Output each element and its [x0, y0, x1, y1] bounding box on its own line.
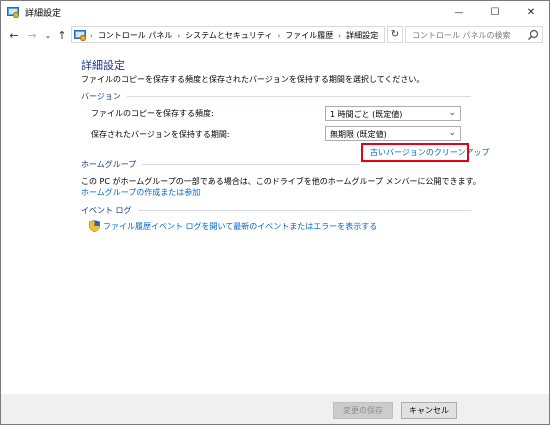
cancel-button[interactable]: キャンセル: [401, 402, 457, 419]
section-divider: [137, 210, 471, 211]
refresh-button[interactable]: ↻: [387, 26, 403, 43]
control-panel-icon: [74, 29, 87, 42]
cleanup-versions-link[interactable]: 古いバージョンのクリーンアップ: [370, 147, 489, 158]
back-arrow-icon: ←: [9, 28, 19, 42]
forward-button[interactable]: →: [25, 27, 39, 43]
frequency-select-value: 1 時間ごと (既定値): [330, 110, 403, 119]
frequency-label: ファイルのコピーを保存する頻度:: [91, 109, 214, 118]
breadcrumb-separator-icon: ›: [90, 31, 93, 40]
maximize-icon: ☐: [490, 7, 500, 18]
section-divider: [142, 164, 359, 165]
title-bar: 詳細設定 — ☐ ✕: [1, 1, 549, 24]
section-homegroup: ホームグループ: [81, 159, 471, 170]
page-title: 詳細設定: [81, 59, 125, 72]
breadcrumb-separator-icon: ›: [338, 31, 342, 40]
shield-icon: [89, 220, 100, 233]
footer-bar: 変更の保存 キャンセル: [1, 394, 549, 424]
up-arrow-icon: ↑: [57, 28, 67, 42]
retention-select-value: 無期限 (既定値): [330, 130, 387, 139]
section-heading-eventlog: イベント ログ: [81, 206, 132, 215]
breadcrumb-control-panel[interactable]: コントロール パネル: [98, 30, 173, 41]
search-box[interactable]: コントロール パネルの検索: [405, 26, 543, 43]
section-eventlog: イベント ログ: [81, 205, 471, 216]
recent-locations-button[interactable]: ⌄: [41, 27, 55, 43]
frequency-select[interactable]: 1 時間ごと (既定値) ⌄: [325, 106, 461, 121]
save-changes-button[interactable]: 変更の保存: [333, 402, 393, 419]
chevron-down-icon: ⌄: [448, 128, 456, 138]
breadcrumb-separator-icon: ›: [177, 31, 181, 40]
chevron-down-icon: ⌄: [448, 108, 456, 118]
breadcrumb-system-security[interactable]: システムとセキュリティ: [185, 30, 272, 41]
close-button[interactable]: ✕: [513, 1, 549, 24]
page-description: ファイルのコピーを保存する頻度と保存されたバージョンを保持する期間を選択してくだ…: [81, 75, 425, 84]
control-panel-icon: [7, 6, 20, 19]
section-versions: バージョン: [81, 91, 471, 102]
up-button[interactable]: ↑: [55, 27, 69, 43]
minimize-button[interactable]: —: [441, 1, 477, 24]
navigation-bar: ← → ⌄ ↑ › コントロール パネル › システムとセキュリティ › ファイ…: [1, 24, 549, 46]
breadcrumb-separator-icon: ›: [277, 31, 281, 40]
homegroup-description: この PC がホームグループの一部である場合は、このドライブを他のホームグループ…: [81, 177, 481, 186]
refresh-icon: ↻: [390, 29, 400, 40]
breadcrumb: › コントロール パネル › システムとセキュリティ › ファイル履歴 › 詳細…: [90, 30, 378, 41]
search-icon: [527, 29, 539, 41]
back-button[interactable]: ←: [7, 27, 21, 43]
window-title: 詳細設定: [25, 9, 62, 19]
close-icon: ✕: [526, 7, 536, 18]
retention-label: 保存されたバージョンを保持する期間:: [91, 130, 230, 139]
event-log-link[interactable]: ファイル履歴イベント ログを開いて最新のイベントまたはエラーを表示する: [103, 221, 377, 232]
homegroup-link[interactable]: ホームグループの作成または参加: [81, 187, 200, 198]
minimize-icon: —: [454, 7, 464, 18]
address-dropdown-icon[interactable]: ⌄: [372, 29, 382, 41]
section-heading-homegroup: ホームグループ: [81, 160, 137, 169]
search-input[interactable]: コントロール パネルの検索: [412, 30, 511, 41]
window: 詳細設定 — ☐ ✕ ← → ⌄ ↑ › コントロール パネル › システムとセ…: [0, 0, 550, 425]
chevron-down-icon: ⌄: [44, 30, 52, 40]
retention-select[interactable]: 無期限 (既定値) ⌄: [325, 126, 461, 141]
maximize-button[interactable]: ☐: [477, 1, 513, 24]
forward-arrow-icon: →: [27, 28, 37, 42]
breadcrumb-file-history[interactable]: ファイル履歴: [285, 30, 333, 41]
address-bar[interactable]: › コントロール パネル › システムとセキュリティ › ファイル履歴 › 詳細…: [71, 26, 385, 43]
section-divider: [126, 96, 471, 97]
section-heading-versions: バージョン: [81, 92, 121, 101]
